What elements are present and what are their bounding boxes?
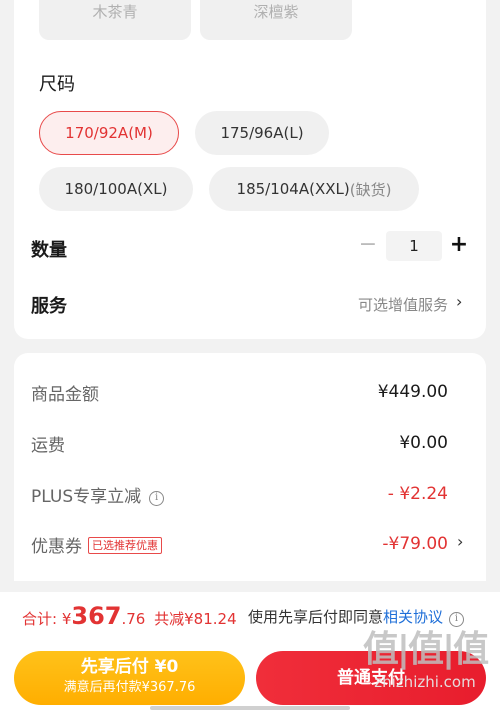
shipping-value: ¥0.00 xyxy=(399,433,448,453)
quantity-input[interactable]: 1 xyxy=(386,231,442,261)
info-icon[interactable]: i xyxy=(449,612,465,627)
total-integer: 367 xyxy=(71,602,122,630)
price-breakdown-card: 商品金额 ¥449.00 运费 ¥0.00 PLUS专享立减 i - ¥2.24 … xyxy=(14,353,486,581)
order-total: 合计: ¥367.76 共减¥81.24 xyxy=(22,602,237,630)
size-option-m[interactable]: 170/92A(M) xyxy=(39,111,179,155)
agreement-link[interactable]: 相关协议 xyxy=(383,608,443,626)
service-value[interactable]: 可选增值服务 xyxy=(358,294,448,315)
size-option-xl[interactable]: 180/100A(XL) xyxy=(39,167,193,211)
size-section-title: 尺码 xyxy=(39,74,75,95)
size-option-xxl-label: 185/104A(XXL) xyxy=(236,180,350,198)
plus-discount-label: PLUS专享立减 i xyxy=(31,482,165,507)
total-decimal: .76 xyxy=(121,610,146,628)
agreement-line: 使用先享后付即同意相关协议 i xyxy=(248,606,465,627)
pay-later-button[interactable]: 先享后付 ¥0 满意后再付款¥367.76 xyxy=(14,651,245,705)
chevron-right-icon[interactable]: › xyxy=(457,532,463,551)
coupon-label: 优惠券 已选推荐优惠 xyxy=(31,532,162,557)
total-saved: 共减¥81.24 xyxy=(154,610,237,628)
chevron-right-icon[interactable]: › xyxy=(456,292,462,311)
color-option-shentanzi[interactable]: 深檀紫 xyxy=(200,0,352,40)
service-title: 服务 xyxy=(31,296,67,317)
product-options-card: 木茶青 深檀紫 尺码 170/92A(M) 175/96A(L) 180/100… xyxy=(14,0,486,339)
quantity-plus-button[interactable]: + xyxy=(447,232,471,260)
size-option-l[interactable]: 175/96A(L) xyxy=(195,111,329,155)
size-option-xxl[interactable]: 185/104A(XXL) (缺货) xyxy=(209,167,419,211)
agreement-text: 使用先享后付即同意 xyxy=(248,608,384,626)
out-of-stock-note: (缺货) xyxy=(349,180,392,199)
coupon-value[interactable]: -¥79.00 xyxy=(382,534,448,554)
coupon-recommended-tag: 已选推荐优惠 xyxy=(88,537,162,554)
quantity-title: 数量 xyxy=(31,240,67,261)
shipping-label: 运费 xyxy=(31,436,65,456)
normal-pay-button[interactable]: 普通支付 xyxy=(256,651,486,705)
goods-amount-value: ¥449.00 xyxy=(377,382,448,402)
pay-later-title: 先享后付 ¥0 xyxy=(80,657,179,677)
plus-discount-value: - ¥2.24 xyxy=(387,484,448,504)
plus-discount-text: PLUS专享立减 xyxy=(31,487,142,507)
color-option-mucha[interactable]: 木茶青 xyxy=(39,0,191,40)
info-icon[interactable]: i xyxy=(149,491,165,506)
goods-amount-label: 商品金额 xyxy=(31,385,99,405)
home-indicator xyxy=(150,706,350,710)
pay-later-subtitle: 满意后再付款¥367.76 xyxy=(63,680,196,695)
total-label: 合计: ¥ xyxy=(22,610,72,628)
quantity-minus-button[interactable]: − xyxy=(356,232,380,260)
coupon-text: 优惠券 xyxy=(31,537,82,557)
